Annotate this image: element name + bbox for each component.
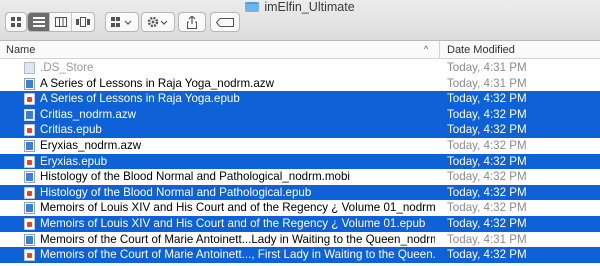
file-date-modified: Today, 4:32 PM xyxy=(447,92,527,106)
epub-icon xyxy=(24,249,35,262)
column-header: Name ^ Date Modified xyxy=(0,41,600,59)
azw-icon xyxy=(24,77,35,90)
doc-icon xyxy=(24,62,35,74)
file-date-modified: Today, 4:32 PM xyxy=(447,154,527,168)
action-button[interactable] xyxy=(141,12,175,32)
list-icon xyxy=(32,17,45,27)
file-row[interactable]: .DS_Store Today, 4:31 PM xyxy=(0,60,600,76)
file-name: Histology of the Blood Normal and Pathol… xyxy=(40,185,312,199)
file-name: Memoirs of Louis XIV and His Court and o… xyxy=(40,201,435,215)
columns-icon xyxy=(54,17,67,27)
view-mode-control[interactable] xyxy=(27,12,95,32)
file-row[interactable]: Critias_nodrm.azw Today, 4:32 PM xyxy=(0,106,600,123)
share-button[interactable] xyxy=(178,12,206,32)
file-row[interactable]: Memoirs of the Court of Marie Antoinett.… xyxy=(0,232,600,248)
file-name: A Series of Lessons in Raja Yoga_nodrm.a… xyxy=(40,76,274,90)
name-column-header[interactable]: Name xyxy=(6,44,35,56)
grid-icon xyxy=(11,17,21,27)
file-name: Histology of the Blood Normal and Pathol… xyxy=(40,170,350,184)
file-row[interactable]: Histology of the Blood Normal and Pathol… xyxy=(0,169,600,185)
file-row[interactable]: A Series of Lessons in Raja Yoga.epub Tod… xyxy=(0,91,600,107)
gear-icon xyxy=(147,16,168,28)
file-row[interactable]: Eryxias.epub Today, 4:32 PM xyxy=(0,153,600,170)
folder-icon xyxy=(245,2,260,12)
file-name: Memoirs of the Court of Marie Antoinett.… xyxy=(40,232,435,246)
chevron-up-icon: ^ xyxy=(424,44,429,54)
window-toolbar: imElfin_Ultimate xyxy=(0,0,600,41)
tags-button[interactable] xyxy=(210,12,240,32)
file-name: Memoirs of the Court of Marie Antoinett.… xyxy=(40,248,435,262)
cover-flow-view-button[interactable] xyxy=(72,13,94,31)
file-list: .DS_Store Today, 4:31 PM A Series of Lesso… xyxy=(0,60,600,263)
file-name: Critias_nodrm.azw xyxy=(40,107,136,121)
file-date-modified: Today, 4:32 PM xyxy=(447,107,527,121)
column-view-button[interactable] xyxy=(50,13,72,31)
file-row[interactable]: A Series of Lessons in Raja Yoga_nodrm.a… xyxy=(0,76,600,92)
file-date-modified: Today, 4:31 PM xyxy=(447,232,527,246)
file-date-modified: Today, 4:32 PM xyxy=(447,201,527,215)
file-date-modified: Today, 4:31 PM xyxy=(447,61,527,74)
arrange-button[interactable] xyxy=(105,12,139,32)
file-row[interactable]: Eryxias_nodrm.azw Today, 4:32 PM xyxy=(0,138,600,154)
cover-flow-icon xyxy=(76,17,90,27)
column-divider[interactable] xyxy=(439,41,440,59)
file-date-modified: Today, 4:32 PM xyxy=(447,138,527,152)
azw-icon xyxy=(24,233,35,246)
epub-icon xyxy=(24,124,35,137)
date-modified-column-header[interactable]: Date Modified xyxy=(447,44,515,56)
file-row[interactable]: Memoirs of the Court of Marie Antoinett.… xyxy=(0,247,600,263)
file-row[interactable]: Histology of the Blood Normal and Pathol… xyxy=(0,184,600,201)
file-date-modified: Today, 4:32 PM xyxy=(447,170,527,184)
file-date-modified: Today, 4:32 PM xyxy=(447,216,527,230)
tag-icon xyxy=(216,17,234,27)
azw-icon xyxy=(24,202,35,215)
file-name: Eryxias.epub xyxy=(40,154,108,168)
azw-icon xyxy=(24,171,35,184)
file-date-modified: Today, 4:31 PM xyxy=(447,76,527,90)
arrange-icon xyxy=(111,17,132,27)
icon-view-button[interactable] xyxy=(5,12,27,32)
file-row[interactable]: Memoirs of Louis XIV and His Court and o… xyxy=(0,200,600,216)
epub-icon xyxy=(24,93,35,106)
azw-icon xyxy=(24,108,35,121)
share-icon xyxy=(187,15,197,29)
file-name: Memoirs of Louis XIV and His Court and o… xyxy=(40,216,426,230)
list-view-button[interactable] xyxy=(28,13,50,31)
file-date-modified: Today, 4:32 PM xyxy=(447,123,527,137)
file-name: Critias.epub xyxy=(40,123,102,137)
file-date-modified: Today, 4:32 PM xyxy=(447,185,527,199)
file-name: .DS_Store xyxy=(40,61,94,74)
azw-icon xyxy=(24,139,35,152)
epub-icon xyxy=(24,155,35,168)
file-row[interactable]: Critias.epub Today, 4:32 PM xyxy=(0,122,600,138)
file-name: Eryxias_nodrm.azw xyxy=(40,138,142,152)
file-row[interactable]: Memoirs of Louis XIV and His Court and o… xyxy=(0,215,600,232)
file-date-modified: Today, 4:32 PM xyxy=(447,248,527,262)
file-name: A Series of Lessons in Raja Yoga.epub xyxy=(40,92,240,106)
epub-icon xyxy=(24,217,35,230)
epub-icon xyxy=(24,186,35,199)
